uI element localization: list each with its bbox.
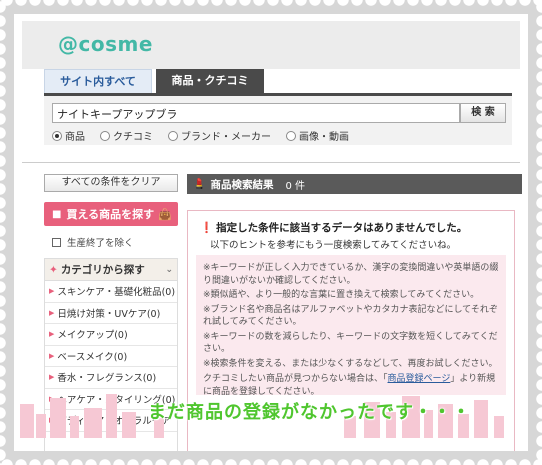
radio-label: クチコミ — [113, 132, 153, 143]
exclamation-icon: ❗ — [200, 222, 214, 234]
category-header[interactable]: ✦ カテゴリから探す ⌄ — [45, 259, 177, 281]
perforation-bottom — [0, 458, 542, 465]
radio-images-videos[interactable]: 画像・動画 — [286, 128, 349, 143]
radio-label: ブランド・メーカー — [181, 132, 271, 143]
hint-text: ※検索条件を変える、または少なくするなどして、再度お試しください。 — [203, 358, 498, 369]
perforation-right — [535, 0, 542, 465]
find-buyable-button[interactable]: ■ 買える商品を探す 👜 — [44, 202, 178, 226]
checkbox-icon — [52, 237, 61, 247]
triangle-right-icon: ▶ — [49, 308, 55, 317]
site-header: @cosme — [22, 21, 520, 69]
find-buyable-label: 買える商品を探す — [66, 208, 155, 221]
search-scope-options: 商品 クチコミ ブランド・メーカー 画像・動画 — [52, 128, 364, 143]
triangle-right-icon: ▶ — [49, 287, 55, 296]
square-bullet-icon: ■ — [52, 208, 62, 220]
radio-label: 商品 — [65, 132, 85, 143]
radio-label: 画像・動画 — [299, 132, 349, 143]
search-button[interactable]: 検 索 — [460, 103, 506, 123]
shopping-bag-icon: 👜 — [158, 207, 172, 221]
radio-products[interactable]: 商品 — [52, 128, 85, 143]
search-input[interactable]: ナイトキープアップブラ — [52, 103, 460, 123]
triangle-right-icon: ▶ — [49, 373, 55, 382]
hint-text: ※キーワードの数を減らしたり、キーワードの文字数を短くしてみてください。 — [203, 331, 498, 355]
radio-brand-maker[interactable]: ブランド・メーカー — [168, 128, 271, 143]
category-label: 日焼け対策・UVケア(0) — [57, 308, 161, 320]
radio-reviews[interactable]: クチコミ — [100, 128, 153, 143]
results-header: 💄 商品検索結果 0 件 — [187, 174, 522, 194]
section-divider — [22, 162, 520, 163]
search-bar: ナイトキープアップブラ 検 索 商品 クチコミ ブランド・メーカー 画像・動画 — [44, 93, 512, 145]
category-item[interactable]: ▶ スキンケア・基礎化粧品(0) — [45, 281, 177, 303]
results-count: 0 件 — [285, 180, 305, 192]
category-item[interactable]: ▶ メイクアップ(0) — [45, 324, 177, 346]
perforation-top — [0, 0, 542, 7]
clear-all-filters-button[interactable]: すべての条件をクリア — [44, 174, 178, 192]
exclude-discontinued-checkbox[interactable]: 生産終了を除く — [52, 235, 134, 249]
radio-selected-icon — [52, 130, 62, 141]
category-item[interactable]: ▶ ベースメイク(0) — [45, 346, 177, 367]
triangle-right-icon: ▶ — [49, 351, 55, 360]
site-logo[interactable]: @cosme — [58, 32, 153, 56]
tab-products-reviews[interactable]: 商品・クチコミ — [156, 69, 264, 93]
search-hints: ※キーワードが正しく入力できているか、漢字の変換間違いや英単語の綴り間違いがない… — [196, 255, 506, 397]
hint-text: ※ブランド名や商品名はアルファベットやカタカナ表記などにしてそれぞれ試してみてく… — [203, 304, 498, 328]
results-title: 商品検索結果 — [210, 178, 274, 191]
tab-site-all[interactable]: サイト内すべて — [44, 69, 152, 93]
radio-icon — [286, 130, 296, 141]
category-item[interactable]: ▶ 日焼け対策・UVケア(0) — [45, 303, 177, 324]
plus-icon: ✦ — [49, 263, 58, 276]
category-header-label: カテゴリから探す — [60, 264, 145, 276]
lipstick-icon: 💄 — [193, 178, 206, 190]
category-label: メイクアップ(0) — [57, 330, 128, 342]
hint-text: ※キーワードが正しく入力できているか、漢字の変換間違いや英単語の綴り間違いがない… — [203, 263, 499, 286]
hint-text: ※類似語や、より一般的な言葉に置き換えて検索してみてください。 — [203, 290, 480, 300]
no-results-subtitle: 以下のヒントを参考にもう一度検索してみてくださいね。 — [210, 240, 457, 251]
triangle-right-icon: ▶ — [49, 330, 55, 339]
category-label: スキンケア・基礎化粧品(0) — [57, 287, 176, 299]
exclude-discontinued-label: 生産終了を除く — [67, 238, 134, 249]
perforation-left — [0, 0, 7, 465]
overlay-caption: まだ商品の登録がなかったです・・・ — [148, 402, 471, 423]
radio-icon — [100, 130, 110, 141]
chevron-down-icon: ⌄ — [165, 264, 173, 275]
radio-icon — [168, 130, 178, 141]
no-results-title: ❗ 指定した条件に該当するデータはありませんでした。 — [200, 220, 467, 235]
category-label: ベースメイク(0) — [57, 351, 128, 363]
no-results-title-text: 指定した条件に該当するデータはありませんでした。 — [216, 222, 468, 234]
